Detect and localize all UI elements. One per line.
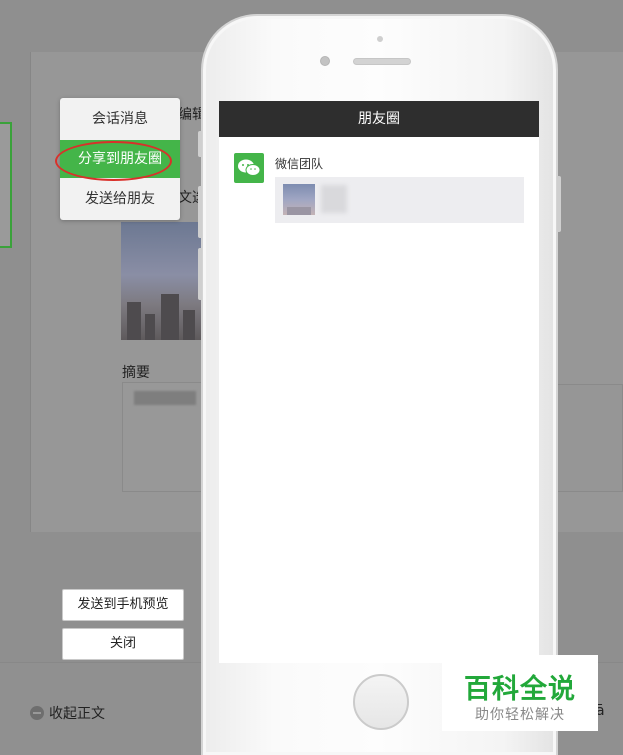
wechat-logo-icon xyxy=(238,159,261,176)
watermark-sub-text: 助你轻松解决 xyxy=(475,707,565,723)
menu-item-chat-message[interactable]: 会话消息 xyxy=(60,100,180,138)
shared-article-title-blurred xyxy=(321,185,347,213)
menu-item-send-to-friend[interactable]: 发送给朋友 xyxy=(60,180,180,218)
shared-article-thumbnail xyxy=(283,184,315,215)
watermark-logo: 百科全说 助你轻松解决 xyxy=(442,655,598,731)
phone-home-button[interactable] xyxy=(353,674,409,730)
phone-sensor xyxy=(377,36,383,42)
phone-volume-down xyxy=(198,248,202,300)
phone-camera xyxy=(320,56,330,66)
article-list-selected xyxy=(0,122,12,248)
phone-speaker xyxy=(353,58,411,65)
phone-screen: 朋友圈 微信团队 xyxy=(219,101,539,663)
cover-image xyxy=(121,222,205,340)
phone-volume-up xyxy=(198,186,202,238)
moments-nav-title: 朋友圈 xyxy=(219,101,539,137)
wechat-avatar xyxy=(234,153,264,183)
shared-article-card[interactable] xyxy=(275,177,524,223)
summary-label: 摘要 xyxy=(122,365,150,381)
close-button[interactable]: 关闭 xyxy=(62,628,184,660)
collapse-body-toggle[interactable]: 收起正文 xyxy=(30,703,105,723)
poster-name: 微信团队 xyxy=(275,157,324,171)
highlight-ellipse xyxy=(55,141,172,181)
phone-power-button xyxy=(557,176,561,232)
send-preview-button[interactable]: 发送到手机预览 xyxy=(62,589,184,621)
collapse-label: 收起正文 xyxy=(49,706,105,722)
right-panel-box xyxy=(556,384,623,492)
collapse-icon xyxy=(30,706,44,720)
watermark-main-text: 百科全说 xyxy=(464,674,576,705)
phone-mute-switch xyxy=(198,131,202,157)
summary-text-blurred xyxy=(134,391,196,405)
